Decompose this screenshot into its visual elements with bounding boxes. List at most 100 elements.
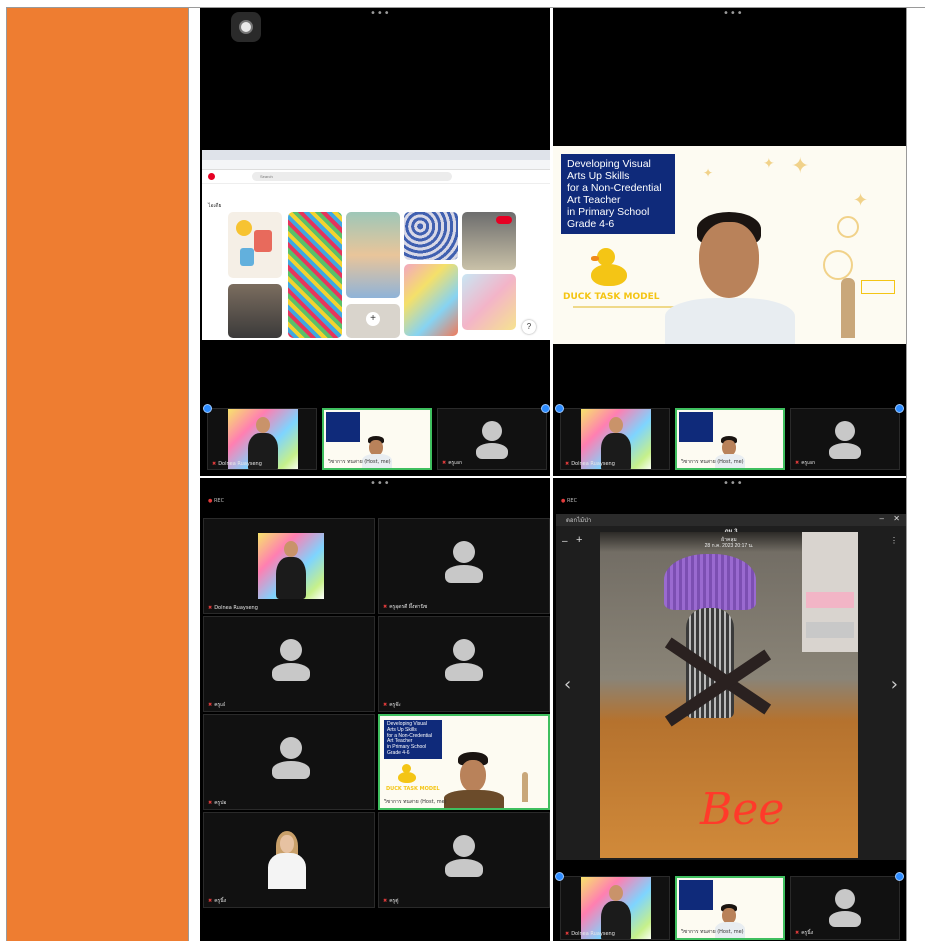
gallery-tile[interactable]: ✖ ครูตู่: [378, 812, 550, 908]
record-button[interactable]: [231, 12, 261, 42]
results-label: ไอเดีย: [208, 203, 222, 209]
mic-muted-icon: ✖: [795, 460, 800, 466]
participant-tile[interactable]: ✖ ครูนิ้ง: [790, 876, 900, 940]
browser-address-bar[interactable]: [202, 160, 550, 170]
help-icon[interactable]: ?: [522, 320, 536, 334]
pin-image[interactable]: [462, 274, 516, 330]
shared-photo: ผ้าคลุม 28 ก.ค. 2023 20:17 น. Bee: [600, 532, 858, 858]
gallery-tile[interactable]: ✖ ครูเอ๋: [203, 616, 375, 712]
shelf: [802, 532, 858, 652]
table-border-right: [906, 7, 907, 941]
window-drag-dots[interactable]: •••: [723, 478, 744, 489]
participant-name: วิชาการ ทนสาย (Host, me): [384, 799, 447, 805]
zoom-screenshot-top-left: ••• Search ไอเดีย + ? ✖ Dolnea Ruayseng …: [200, 8, 550, 476]
pin-image[interactable]: [288, 212, 342, 338]
participant-tile[interactable]: ✖ ครูเอก: [790, 408, 900, 470]
add-icon[interactable]: +: [366, 312, 380, 326]
scroll-right-icon[interactable]: [541, 404, 550, 413]
mini-slide-title: Developing Visual Arts Up Skills for a N…: [384, 720, 442, 759]
participant-tile-active-speaker[interactable]: วิชาการ ทนสาย (Host, me): [675, 876, 785, 940]
scroll-left-icon[interactable]: [555, 872, 564, 881]
photo-viewer-window: ดอกไม้ป่า – ✕ ภม.3 – + ⋮ ผ้าคลุม 28 ก.ค.…: [556, 514, 906, 860]
slide-title: Developing Visual Arts Up Skills for a N…: [561, 154, 675, 235]
close-icon[interactable]: ✕: [893, 514, 900, 523]
gallery-tile-active-speaker[interactable]: Developing Visual Arts Up Skills for a N…: [378, 714, 550, 810]
pin-image[interactable]: [346, 212, 400, 298]
purple-basket: [664, 554, 756, 610]
save-button[interactable]: [496, 216, 512, 224]
participant-tile-active-speaker[interactable]: วิชาการ ทนสาย (Host, me): [322, 408, 432, 470]
participant-name: วิชาการ ทนสาย (Host, me): [681, 459, 744, 465]
window-drag-dots[interactable]: •••: [723, 8, 744, 19]
participant-name: ✖ Dolnea Ruayseng: [208, 605, 258, 611]
window-drag-dots[interactable]: •••: [370, 8, 391, 19]
pin-image[interactable]: +: [346, 304, 400, 338]
shared-browser-window: Search ไอเดีย + ?: [202, 150, 550, 340]
brand-label: DUCK TASK MODEL: [386, 786, 440, 792]
search-input[interactable]: Search: [252, 172, 452, 181]
recording-indicator: ● REC: [208, 498, 225, 504]
pin-image[interactable]: [228, 284, 282, 338]
scroll-right-icon[interactable]: [895, 872, 904, 881]
next-photo-icon[interactable]: ›: [891, 674, 898, 695]
drawn-text-overlay: Bee: [700, 784, 785, 835]
pin-image[interactable]: [404, 264, 458, 336]
participant-name: ✖ Dolnea Ruayseng: [565, 931, 615, 937]
gallery-tile[interactable]: ✖ ครูอุดรดี ผึ้งพานิช: [378, 518, 550, 614]
gallery-tile[interactable]: ✖ ครูจ๊ะ: [378, 616, 550, 712]
pin-image[interactable]: [228, 212, 282, 278]
minimize-icon[interactable]: –: [880, 514, 884, 523]
gallery-tile[interactable]: ✖ Dolnea Ruayseng: [203, 518, 375, 614]
participant-name: ✖ Dolnea Ruayseng: [565, 461, 615, 467]
mini-slide-title: [679, 880, 713, 910]
zoom-in-icon[interactable]: +: [576, 534, 582, 546]
mic-muted-icon: ✖: [212, 461, 217, 467]
scroll-right-icon[interactable]: [895, 404, 904, 413]
participant-name: ✖ ครูอุดรดี ผึ้งพานิช: [383, 604, 428, 610]
participant-name: วิชาการ ทนสาย (Host, me): [328, 459, 391, 465]
zoom-gallery-view: ••• ● REC ✖ Dolnea Ruayseng ✖ ครูอุดรดี ผึ…: [200, 478, 550, 941]
participant-name: ✖ ครูจ๊ะ: [383, 702, 401, 708]
participant-name: ✖ Dolnea Ruayseng: [212, 461, 262, 467]
previous-photo-icon[interactable]: ‹: [564, 674, 571, 695]
scroll-left-icon[interactable]: [203, 404, 212, 413]
pin-image[interactable]: [404, 212, 458, 260]
window-drag-dots[interactable]: •••: [370, 478, 391, 489]
more-options-icon[interactable]: ⋮: [890, 536, 898, 545]
pin-image[interactable]: [462, 212, 516, 270]
gallery-tile[interactable]: ✖ ครูนิ้ง: [203, 812, 375, 908]
participant-tile[interactable]: ✖ Dolnea Ruayseng: [560, 876, 670, 940]
zoom-out-icon[interactable]: –: [562, 536, 568, 547]
participant-name: ✖ ครูนิ้ง: [208, 898, 227, 904]
mic-muted-icon: ✖: [442, 460, 447, 466]
pinterest-header: Search: [202, 170, 550, 184]
participant-tile[interactable]: ✖ Dolnea Ruayseng: [560, 408, 670, 470]
pinterest-logo-icon[interactable]: [208, 173, 215, 180]
participant-name: ✖ ครูเอ๋: [208, 702, 225, 708]
recording-indicator: ● REC: [561, 498, 578, 504]
scroll-left-icon[interactable]: [555, 404, 564, 413]
name-card: [861, 280, 895, 294]
orange-table-cell: [6, 8, 189, 941]
mini-slide-title: [326, 412, 360, 442]
participant-name: ✖ ครูปอ: [208, 800, 227, 806]
participant-name: วิชาการ ทนสาย (Host, me): [681, 929, 744, 935]
zoom-screenshot-top-right: ••• ✦ ✦ ✦ ✦ ✦ Developing Visual Arts Up …: [553, 8, 906, 476]
participant-tile[interactable]: ✖ Dolnea Ruayseng: [207, 408, 317, 470]
mini-slide-title: [679, 412, 713, 442]
record-icon: [239, 20, 253, 34]
standing-figure-icon: [841, 278, 855, 338]
participant-name: ✖ ครูนิ้ง: [795, 930, 814, 936]
gallery-tile[interactable]: ✖ ครูปอ: [203, 714, 375, 810]
mic-muted-icon: ✖: [565, 461, 570, 467]
app-name: ดอกไม้ป่า: [566, 517, 592, 524]
participant-name: ✖ ครูเอก: [442, 460, 462, 466]
brand-label: DUCK TASK MODEL: [563, 292, 660, 302]
participant-tile-active-speaker[interactable]: วิชาการ ทนสาย (Host, me): [675, 408, 785, 470]
document-page: ••• Search ไอเดีย + ? ✖ Dolnea Ruayseng …: [0, 0, 925, 941]
viewer-title-bar: ดอกไม้ป่า – ✕: [556, 514, 906, 526]
zoom-screenshot-bottom-right: ••• ● REC ดอกไม้ป่า – ✕ ภม.3 – + ⋮ ผ้าคล…: [553, 478, 906, 941]
shared-slide-video: ✦ ✦ ✦ ✦ ✦ Developing Visual Arts Up Skil…: [553, 146, 906, 344]
participant-tile[interactable]: ✖ ครูเอก: [437, 408, 547, 470]
browser-tab-bar[interactable]: [202, 150, 550, 160]
